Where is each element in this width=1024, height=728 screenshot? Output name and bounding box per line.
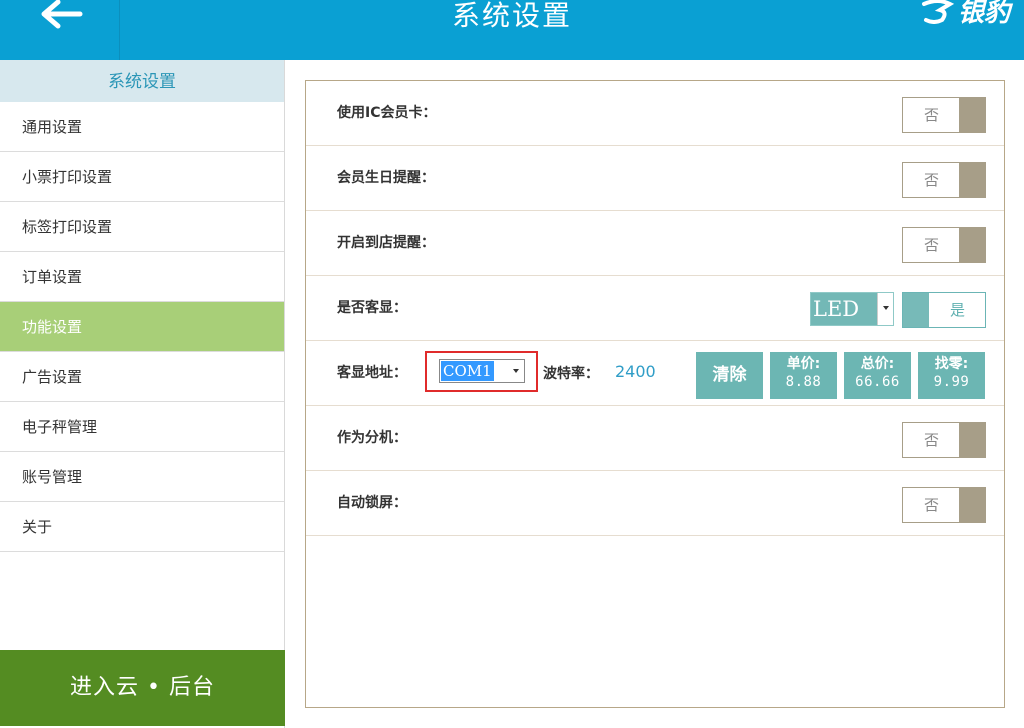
unit-price-button[interactable]: 单价: 8.88 [770,352,837,399]
sidebar-item-function[interactable]: 功能设置 [0,302,284,352]
header-bar: 系统设置 银豹 [0,0,1024,60]
toggle-value: 否 [923,431,939,449]
baud-rate-label: 波特率： [543,366,599,382]
brand-name: 银豹 [957,0,1010,28]
setting-row-arrival: 开启到店提醒： 否 [306,211,1004,276]
change-button[interactable]: 找零: 9.99 [918,352,985,399]
setting-label: 客显地址： [337,365,407,381]
settings-panel: 使用IC会员卡： 否 会员生日提醒： 否 开启到店提醒： 否 是否客显： LED… [305,80,1005,708]
arrival-reminder-toggle[interactable]: 否 [902,227,986,263]
birthday-reminder-toggle[interactable]: 否 [902,162,986,198]
sidebar-item-receipt-print[interactable]: 小票打印设置 [0,152,284,202]
port-select-highlight: COM1 [425,351,538,392]
setting-label: 自动锁屏： [337,495,407,511]
setting-label: 使用IC会员卡： [337,105,437,121]
baud-rate-value[interactable]: 2400 [615,341,656,403]
change-value: 9.99 [933,374,970,390]
toggle-value: 是 [949,301,965,319]
sub-terminal-toggle[interactable]: 否 [902,422,986,458]
port-select[interactable]: COM1 [439,359,525,383]
total-price-button[interactable]: 总价: 66.66 [844,352,911,399]
total-price-label: 总价: [860,356,895,372]
toggle-value: 否 [923,236,939,254]
change-label: 找零: [934,356,969,372]
toggle-value: 否 [923,171,939,189]
toggle-knob [959,423,985,457]
sidebar-item-scale[interactable]: 电子秤管理 [0,402,284,452]
setting-row-display-address: 客显地址： COM1 波特率： 2400 清除 单价: 8.88 总价: 66.… [306,341,1004,406]
clear-button[interactable]: 清除 [696,352,763,399]
toggle-value: 否 [923,106,939,124]
total-price-value: 66.66 [855,374,900,390]
customer-display-toggle[interactable]: 是 [902,292,986,328]
setting-row-auto-lock: 自动锁屏： 否 [306,471,1004,536]
auto-lock-toggle[interactable]: 否 [902,487,986,523]
setting-label: 开启到店提醒： [337,235,435,251]
sidebar: 系统设置 通用设置 小票打印设置 标签打印设置 订单设置 功能设置 广告设置 电… [0,60,285,728]
sidebar-item-about[interactable]: 关于 [0,502,284,552]
brand-mark-icon [921,0,955,24]
sidebar-item-order[interactable]: 订单设置 [0,252,284,302]
chevron-down-icon [513,369,519,373]
setting-label: 是否客显： [337,300,407,316]
ic-card-toggle[interactable]: 否 [902,97,986,133]
sidebar-item-general[interactable]: 通用设置 [0,102,284,152]
unit-price-label: 单价: [786,356,821,372]
setting-row-sub-terminal: 作为分机： 否 [306,406,1004,471]
setting-row-birthday: 会员生日提醒： 否 [306,146,1004,211]
display-type-select[interactable]: LED [810,292,894,326]
toggle-knob [959,488,985,522]
setting-label: 会员生日提醒： [337,170,435,186]
sidebar-heading: 系统设置 [0,60,284,102]
toggle-knob [903,293,929,327]
toggle-knob [959,228,985,262]
sidebar-item-ads[interactable]: 广告设置 [0,352,284,402]
display-type-value: LED [813,297,860,321]
cloud-backend-button[interactable]: 进入云 • 后台 [0,650,285,726]
port-value: COM1 [441,361,494,381]
toggle-value: 否 [923,496,939,514]
sidebar-item-label-print[interactable]: 标签打印设置 [0,202,284,252]
sidebar-item-account[interactable]: 账号管理 [0,452,284,502]
chevron-down-icon [877,293,893,325]
toggle-knob [959,163,985,197]
setting-row-ic-card: 使用IC会员卡： 否 [306,81,1004,146]
setting-row-customer-display: 是否客显： LED 是 [306,276,1004,341]
toggle-knob [959,98,985,132]
page-title: 系统设置 [451,0,572,32]
unit-price-value: 8.88 [785,374,822,390]
setting-label: 作为分机： [337,430,407,446]
brand-logo: 银豹 [920,0,1010,29]
